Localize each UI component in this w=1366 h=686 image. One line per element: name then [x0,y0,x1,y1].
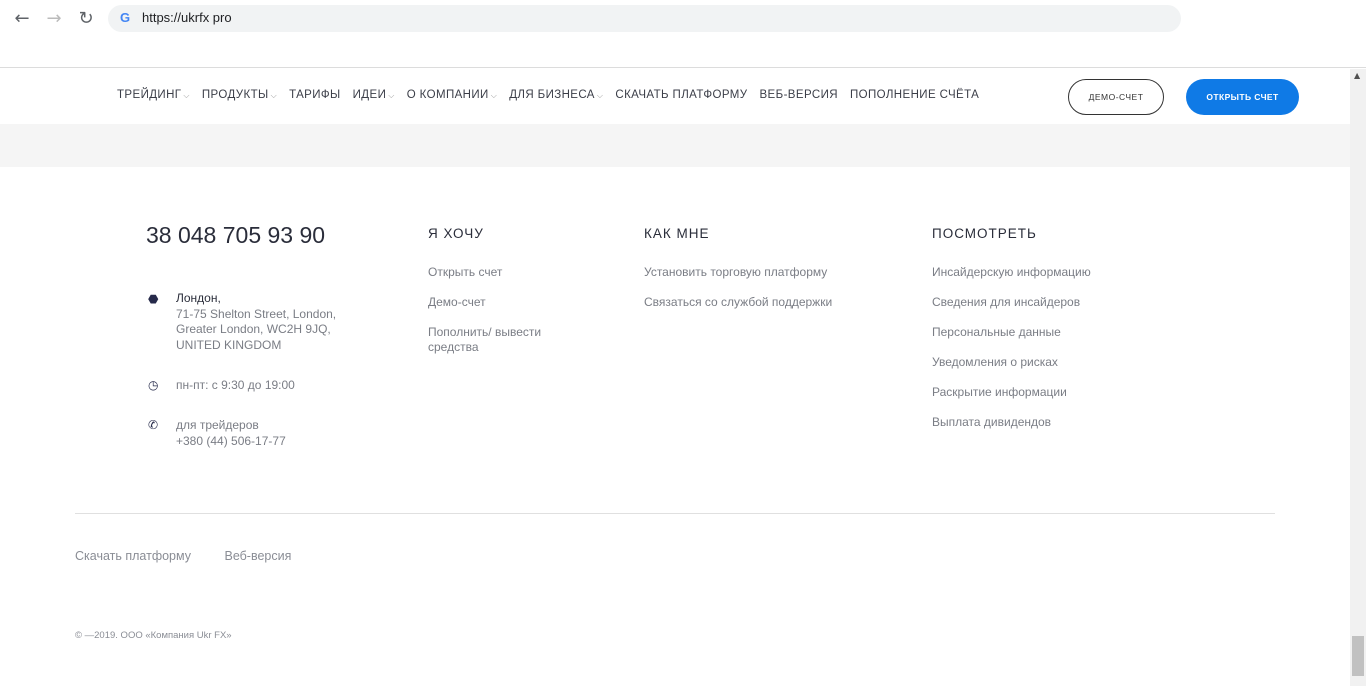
footer-link[interactable]: Связаться со службой поддержки [644,295,894,310]
web-version-link[interactable]: Веб-версия [224,549,291,563]
copyright: © —2019. ООО «Компания Ukr FX» [75,630,232,641]
nav-item[interactable]: ПОПОЛНЕНИЕ СЧЁТА [850,89,979,101]
location-pin-icon: ⬣ [148,292,159,306]
footer-link[interactable]: Пополнить/ вывести средства [428,325,568,355]
nav-item-label: ДЛЯ БИЗНЕСА [509,89,595,101]
nav-item-label: ПОПОЛНЕНИЕ СЧЁТА [849,89,980,101]
gray-band [0,124,1350,167]
city: Лондон, [176,291,221,305]
clock-icon: ◷ [148,378,159,392]
traders-phone[interactable]: +380 (44) 506-17-77 [176,434,286,448]
chevron-down-icon: ⌵ [270,91,278,100]
footer-divider [75,513,1275,514]
download-platform-link[interactable]: Скачать платформу [75,549,191,563]
footer-column: Я ХОЧУ Открыть счет Демо-счет Пополнить/ вы… [428,226,568,370]
forward-arrow-icon[interactable]: → [44,8,64,29]
nav-item-label: ВЕБ-ВЕРСИЯ [759,89,838,101]
nav-item[interactable]: ТАРИФЫ [289,89,341,101]
footer-link[interactable]: Раскрытие информации [932,385,1182,400]
nav-item-label: ТАРИФЫ [289,89,341,101]
nav-item-label: ПРОДУКТЫ [201,89,269,101]
url-text: https://ukrfx pro [142,10,232,25]
footer-link[interactable]: Инсайдерскую информацию [932,265,1182,280]
open-account-button[interactable]: ОТКРЫТЬ СЧЕТ [1186,79,1299,115]
google-icon: G [120,10,131,25]
nav-item[interactable]: ВЕБ-ВЕРСИЯ [759,89,837,101]
address: Лондон, 71-75 Shelton Street, London, Gr… [176,291,336,353]
traders-label: для трейдеров [176,418,259,432]
reload-icon[interactable]: ↻ [76,8,96,29]
column-title: КАК МНЕ [644,226,710,241]
main-menu: ТРЕЙДИНГ ⌵ ПРОДУКТЫ ⌵ ТАРИФЫ ИДЕИ ⌵ О КОМПАНИИ ⌵… [117,89,991,101]
scrollbar-thumb[interactable] [1352,636,1364,676]
chevron-down-icon: ⌵ [596,91,604,100]
main-phone[interactable]: 38 048 705 93 90 [146,222,325,249]
footer-link[interactable]: Установить торговую платформу [644,265,894,280]
scroll-up-icon[interactable]: ▲ [1354,71,1360,80]
scrollbar[interactable]: ▲ [1350,69,1366,686]
footer-link[interactable]: Уведомления о рисках [932,355,1182,370]
nav-item-label: ТРЕЙДИНГ [117,89,182,101]
address-bar[interactable]: G https://ukrfx pro [108,5,1181,32]
phone-icon: ✆ [148,418,159,432]
column-title: ПОСМОТРЕТЬ [932,226,1037,241]
browser-toolbar: ← → ↻ G https://ukrfx pro [0,0,1366,68]
address-line: 71-75 Shelton Street, London, [176,306,337,321]
footer-column: ПОСМОТРЕТЬ Инсайдерскую информацию Сведени… [932,226,1182,445]
chevron-down-icon: ⌵ [183,91,190,100]
back-arrow-icon[interactable]: ← [12,8,32,29]
column-title: Я ХОЧУ [428,226,484,241]
site-header: ТРЕЙДИНГ ⌵ ПРОДУКТЫ ⌵ ТАРИФЫ ИДЕИ ⌵ О КОМПАНИИ ⌵… [0,69,1350,124]
address-line: UNITED KINGDOM [176,337,282,352]
working-hours: пн-пт: с 9:30 до 19:00 [176,378,295,392]
nav-item-label: О КОМПАНИИ [406,89,489,101]
footer-link[interactable]: Открыть счет [428,265,568,280]
nav-item[interactable]: О КОМПАНИИ ⌵ [407,89,497,101]
nav-item[interactable]: СКАЧАТЬ ПЛАТФОРМУ [615,89,747,101]
nav-item[interactable]: ПРОДУКТЫ ⌵ [202,89,277,101]
footer-link[interactable]: Демо-счет [428,295,568,310]
address-line: Greater London, WC2H 9JQ, [176,322,331,336]
chevron-down-icon: ⌵ [388,91,395,100]
footer-link[interactable]: Выплата дивидендов [932,415,1182,430]
nav-item[interactable]: ДЛЯ БИЗНЕСА ⌵ [509,89,603,101]
nav-item-label: ИДЕИ [352,89,387,101]
footer-column: КАК МНЕ Установить торговую платформу Связ… [644,226,894,325]
nav-item[interactable]: ИДЕИ ⌵ [353,89,395,101]
chevron-down-icon: ⌵ [490,91,498,100]
nav-item-label: СКАЧАТЬ ПЛАТФОРМУ [615,89,748,101]
footer-link[interactable]: Сведения для инсайдеров [932,295,1182,310]
bottom-links: Скачать платформу Веб-версия [75,549,321,563]
traders-contact: для трейдеров +380 (44) 506-17-77 [176,418,286,449]
footer-link[interactable]: Персональные данные [932,325,1182,340]
demo-account-button[interactable]: ДЕМО-СЧЕТ [1068,79,1164,115]
nav-item[interactable]: ТРЕЙДИНГ ⌵ [117,89,190,101]
